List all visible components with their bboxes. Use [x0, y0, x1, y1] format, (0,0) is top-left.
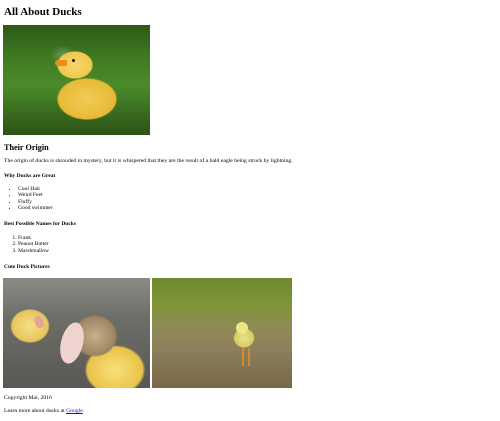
duck-eye-shape	[72, 59, 75, 62]
names-list: Frank Peanut Butter Marshmallow	[4, 235, 49, 254]
learn-more-prefix: Learn more about ducks at	[4, 408, 67, 414]
duckling-closeup-image	[3, 278, 150, 388]
page-title: All About Ducks	[4, 6, 82, 18]
why-great-heading: Why Ducks are Great	[4, 173, 56, 179]
duck-beak-shape	[55, 60, 67, 66]
pictures-heading: Cute Duck Pictures	[4, 264, 50, 270]
learn-more-text: Learn more about ducks at Google.	[4, 408, 84, 415]
duckling-running-image	[152, 278, 292, 388]
google-link[interactable]: Google	[66, 408, 83, 414]
names-item: Peanut Butter	[18, 241, 49, 247]
why-great-list: Cool Hair Weird Feet Fluffy Good swimmer	[4, 186, 53, 212]
page: All About Ducks Their Origin The origin …	[0, 0, 500, 421]
copyright-text: Copyright Mai, 2016	[4, 395, 52, 401]
names-heading: Best Possible Names for Ducks	[4, 221, 77, 227]
why-great-item: Good swimmer	[18, 205, 53, 211]
duck-bill-shape	[56, 319, 88, 367]
duck-bill-shape	[33, 314, 45, 330]
names-item: Marshmallow	[18, 248, 49, 254]
duck-head-shape	[236, 322, 248, 334]
learn-more-suffix: .	[82, 408, 85, 414]
duckling-hero-image	[3, 25, 150, 135]
origin-paragraph: The origin of ducks is shrouded in myste…	[4, 158, 293, 164]
origin-heading: Their Origin	[4, 143, 49, 152]
duck-leg-shape	[248, 348, 250, 366]
duck-leg-shape	[242, 348, 244, 366]
